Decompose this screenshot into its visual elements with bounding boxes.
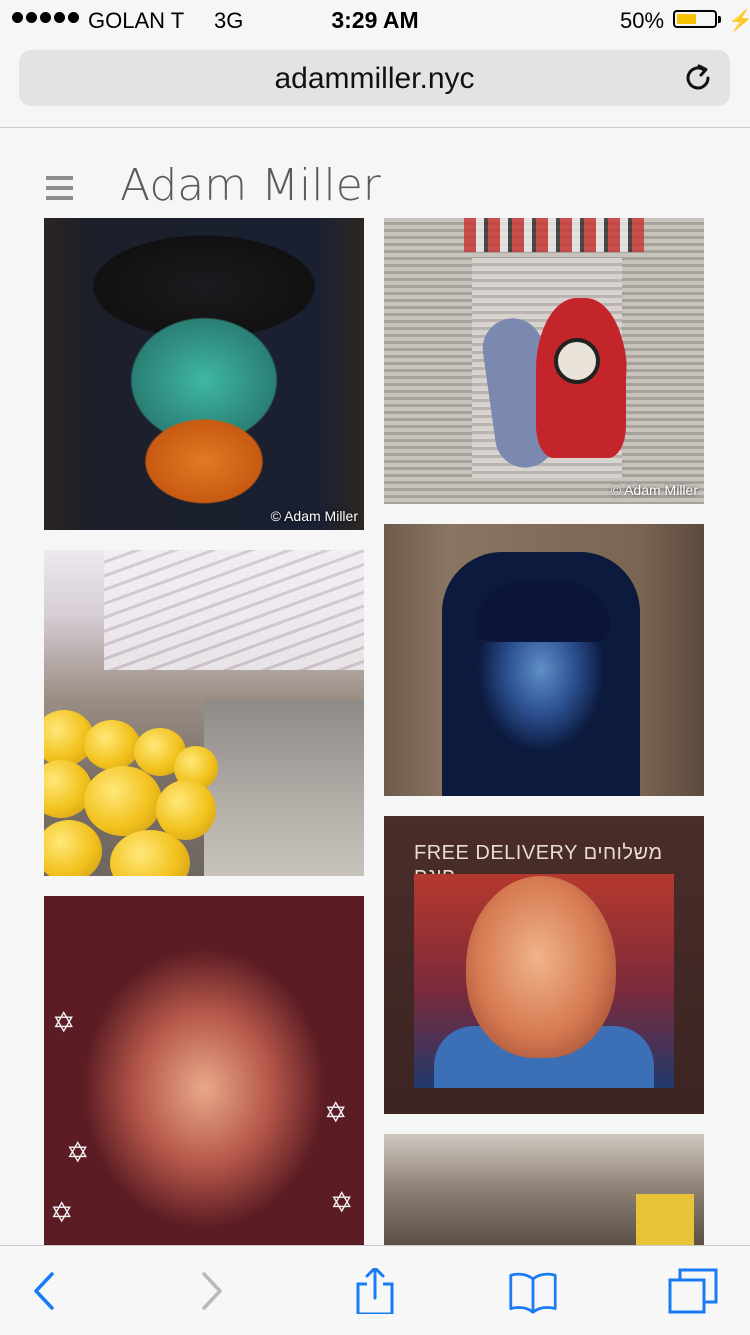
photo-credit: © Adam Miller <box>610 482 698 498</box>
gallery-photo-red-eye-shutter[interactable]: © Adam Miller <box>384 218 704 504</box>
photo-credit: © Adam Miller <box>270 508 358 524</box>
gallery-photo-blue-portrait-door[interactable] <box>384 524 704 796</box>
site-title[interactable]: Adam Miller <box>120 160 381 211</box>
battery-icon <box>673 10 721 28</box>
forward-icon[interactable] <box>186 1268 236 1314</box>
address-bar[interactable]: adammiller.nyc <box>19 50 730 106</box>
hamburger-menu-icon[interactable] <box>46 176 73 206</box>
battery-percent: 50% <box>620 8 665 33</box>
back-icon[interactable] <box>24 1268 74 1314</box>
gallery-photo-golda-portrait[interactable]: ✡ ✡ ✡ ✡ ✡ <box>44 896 364 1246</box>
url-text[interactable]: adammiller.nyc <box>19 62 730 96</box>
charging-bolt-icon: ⚡ <box>728 10 750 32</box>
browser-toolbar <box>0 1245 750 1335</box>
reload-icon[interactable] <box>678 58 718 98</box>
bookmarks-icon[interactable] <box>508 1268 558 1314</box>
gallery-photo-lemons-market[interactable] <box>44 550 364 876</box>
gallery-photo-free-delivery-mural[interactable]: FREE DELIVERY משלוחים חינם <box>384 816 704 1114</box>
share-icon[interactable] <box>350 1266 400 1316</box>
mural-sign-text: FREE DELIVERY משלוחים חינם <box>414 842 663 887</box>
gallery-photo-bearded-man-mural[interactable]: © Adam Miller <box>44 218 364 530</box>
tabs-icon[interactable] <box>668 1268 718 1314</box>
status-bar: GOLAN T 3G 3:29 AM 50% ⚡ <box>0 0 750 40</box>
address-bar-divider <box>0 127 750 128</box>
gallery-photo-market-arcade[interactable] <box>384 1134 704 1246</box>
